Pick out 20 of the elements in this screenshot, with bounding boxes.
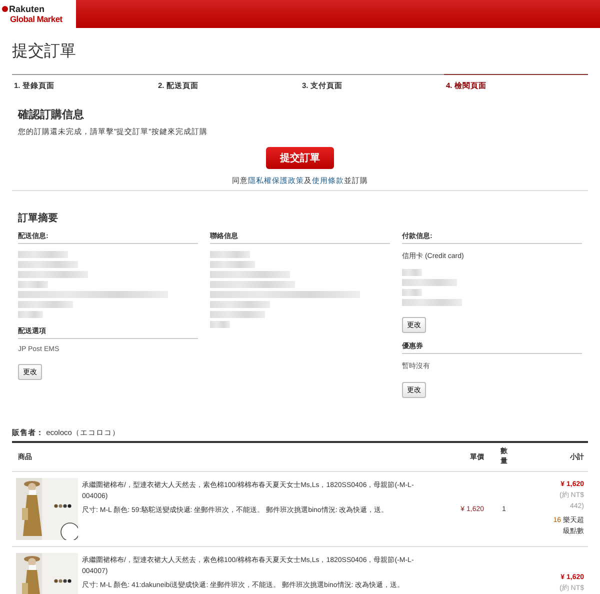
blurred-text	[18, 261, 78, 268]
submit-order-button[interactable]: 提交訂單	[266, 147, 334, 169]
blurred-text	[18, 281, 48, 288]
blurred-text	[18, 311, 43, 318]
blurred-text	[210, 261, 255, 268]
logo[interactable]: Rakuten Global Market	[0, 0, 76, 28]
blurred-text	[210, 321, 230, 328]
blurred-text	[18, 271, 88, 278]
blurred-text	[210, 311, 265, 318]
blurred-text	[402, 289, 422, 296]
section-heading: 訂單摘要	[18, 211, 59, 225]
blurred-text	[402, 299, 462, 306]
blurred-text	[402, 269, 422, 276]
blurred-text	[210, 301, 270, 308]
blurred-text	[402, 279, 457, 286]
section-heading: 確認訂購信息	[18, 108, 85, 122]
blurred-text	[18, 301, 73, 308]
blurred-text	[210, 251, 250, 258]
blurred-text	[18, 251, 68, 258]
page-title: 提交訂單	[12, 42, 77, 62]
